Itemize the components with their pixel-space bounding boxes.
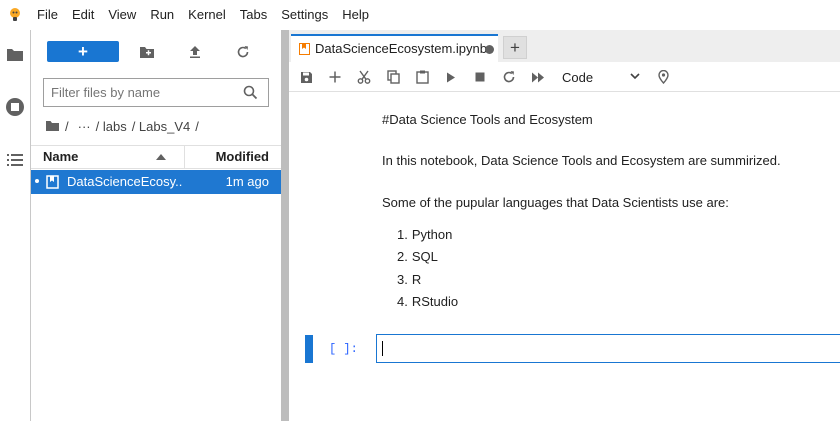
new-tab-button[interactable]: + (503, 36, 527, 59)
list-item[interactable]: DataScienceEcosy... 1m ago (31, 170, 281, 194)
sort-ascending-icon (156, 154, 166, 160)
run-cell-button[interactable] (440, 66, 462, 88)
file-modified: 1m ago (225, 174, 269, 189)
cell-type-select[interactable]: Code (556, 66, 644, 88)
file-browser: + Filter files by name / ··· / labs / La… (31, 30, 281, 421)
column-name-label: Name (43, 149, 79, 164)
upload-icon (190, 46, 200, 58)
cell-collapser[interactable] (305, 335, 313, 363)
file-name: DataScienceEcosy... (67, 174, 183, 189)
refresh-button[interactable] (231, 41, 255, 63)
breadcrumb-labs-v4[interactable]: / Labs_V4 (132, 119, 191, 134)
new-folder-icon (140, 46, 154, 58)
table-of-contents-icon[interactable] (0, 145, 30, 175)
refresh-icon (237, 46, 249, 58)
file-browser-toolbar: + (31, 30, 281, 74)
document-tab-bar: DataScienceEcosystem.ipynb + (289, 30, 840, 62)
new-launcher-button[interactable]: + (47, 41, 119, 62)
file-list-header: Name Modified (31, 145, 281, 169)
menu-settings[interactable]: Settings (274, 0, 335, 30)
location-pin-icon (657, 70, 669, 84)
new-folder-button[interactable] (135, 41, 159, 63)
breadcrumb-trailing-slash: / (195, 118, 199, 134)
running-icon[interactable] (0, 92, 30, 122)
menu-view[interactable]: View (101, 0, 143, 30)
upload-button[interactable] (183, 41, 207, 63)
menu-kernel[interactable]: Kernel (181, 0, 233, 30)
run-all-icon (532, 72, 544, 82)
running-indicator-icon (35, 179, 39, 183)
tab-label: DataScienceEcosystem.ipynb (315, 41, 487, 56)
notebook-panel: #Data Science Tools and Ecosystem In thi… (289, 92, 840, 421)
copy-icon (386, 70, 400, 84)
plus-icon: + (78, 42, 88, 61)
cut-icon (357, 70, 371, 84)
cut-button[interactable] (353, 66, 375, 88)
unsaved-indicator-icon[interactable] (485, 45, 494, 54)
run-icon (447, 72, 455, 82)
git-button[interactable] (652, 66, 674, 88)
notebook-toolbar: Code (289, 62, 840, 92)
add-cell-button[interactable] (324, 66, 346, 88)
notebook-icon (299, 43, 310, 55)
markdown-intro: In this notebook, Data Science Tools and… (382, 153, 781, 168)
text-cursor (382, 341, 383, 356)
markdown-heading: #Data Science Tools and Ecosystem (382, 112, 593, 127)
paste-button[interactable] (411, 66, 433, 88)
home-folder-icon[interactable] (45, 120, 60, 132)
breadcrumb-labs[interactable]: / labs (96, 119, 127, 134)
activity-rail (0, 30, 31, 421)
list-item: 4. RStudio (397, 293, 459, 309)
panel-splitter[interactable] (281, 30, 289, 421)
breadcrumb: / ··· / labs / Labs_V4 / (45, 117, 204, 135)
restart-kernel-button[interactable] (498, 66, 520, 88)
search-icon (243, 85, 258, 100)
languages-list: 1. Python 2. SQL 3. R 4. RStudio (382, 227, 458, 316)
main-area: DataScienceEcosystem.ipynb + Code #Data … (289, 30, 840, 421)
menu-file[interactable]: File (30, 0, 65, 30)
menu-run[interactable]: Run (143, 0, 181, 30)
markdown-languages-intro: Some of the pupular languages that Data … (382, 195, 729, 210)
tab-notebook[interactable]: DataScienceEcosystem.ipynb (291, 34, 498, 62)
save-button[interactable] (295, 66, 317, 88)
menu-bar: File Edit View Run Kernel Tabs Settings … (0, 0, 840, 30)
menu-help[interactable]: Help (335, 0, 376, 30)
filter-files-input[interactable] (44, 79, 234, 106)
restart-icon (503, 71, 515, 83)
add-cell-icon (329, 71, 341, 83)
breadcrumb-ellipsis[interactable]: ··· (78, 119, 91, 134)
folder-icon[interactable] (0, 39, 30, 69)
input-prompt: [ ]: (329, 342, 358, 356)
save-icon (300, 71, 312, 83)
breadcrumb-root[interactable]: / (65, 119, 69, 134)
code-cell-editor[interactable] (376, 334, 840, 363)
chevron-down-icon (630, 73, 640, 80)
interrupt-kernel-button[interactable] (469, 66, 491, 88)
run-all-button[interactable] (527, 66, 549, 88)
list-item: 2. SQL (397, 249, 438, 265)
copy-button[interactable] (382, 66, 404, 88)
notebook-icon (46, 175, 59, 189)
filter-box (43, 78, 269, 107)
cell-type-value: Code (562, 69, 594, 85)
column-modified-label: Modified (215, 149, 269, 164)
column-header-modified[interactable]: Modified (186, 146, 281, 168)
menu-tabs[interactable]: Tabs (233, 0, 274, 30)
paste-icon (415, 70, 429, 84)
list-item: 3. R (397, 271, 422, 287)
plus-icon: + (510, 37, 520, 57)
stop-icon (475, 72, 485, 82)
jupyter-logo-icon (0, 0, 30, 30)
menu-edit[interactable]: Edit (65, 0, 101, 30)
list-item: 1. Python (397, 227, 453, 242)
